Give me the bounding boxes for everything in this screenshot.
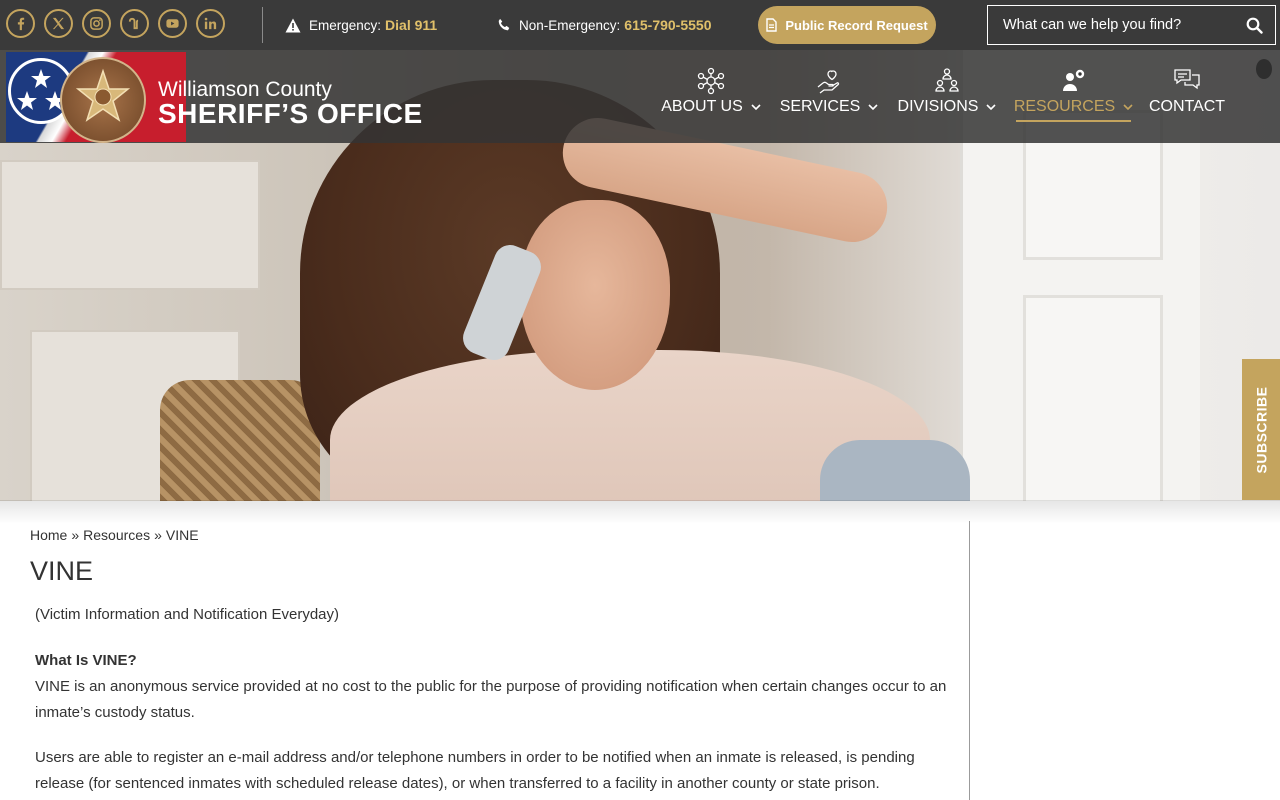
warning-icon (285, 18, 301, 32)
phone-icon (498, 18, 510, 31)
active-nav-underline (1016, 120, 1131, 122)
x-twitter-icon[interactable] (44, 9, 73, 38)
sidebar-divider (969, 521, 970, 800)
top-bar: Emergency: Dial 911 Non-Emergency: 615-7… (0, 0, 1280, 50)
emergency-number[interactable]: Dial 911 (385, 17, 437, 33)
door-panel (1023, 295, 1163, 501)
nav-resources[interactable]: RESOURCES (1013, 66, 1133, 126)
paragraph-intro: VINE is an anonymous service provided at… (35, 678, 947, 721)
chat-bubbles-icon (1174, 69, 1200, 90)
instagram-icon[interactable] (82, 9, 111, 38)
brand-office-name: SHERIFF’S OFFICE (158, 98, 423, 129)
nav-label-divisions: DIVISIONS (897, 98, 979, 115)
sheriff-badge-logo (60, 57, 146, 143)
nav-contact[interactable]: CONTACT (1148, 66, 1226, 126)
woman-face (520, 200, 670, 390)
chevron-down-icon (751, 103, 761, 110)
nav-about-us[interactable]: ABOUT US (661, 66, 761, 126)
top-bar-divider (262, 7, 263, 43)
search-icon[interactable] (1246, 17, 1263, 34)
paragraph-registration: Users are able to register an e-mail add… (35, 749, 915, 792)
content-shadow (0, 500, 1280, 524)
nav-services[interactable]: SERVICES (779, 66, 878, 126)
section-heading: What Is VINE? (35, 652, 137, 669)
breadcrumb-current: VINE (165, 527, 199, 543)
breadcrumb-home[interactable]: Home (30, 527, 67, 543)
user-gear-icon (1062, 69, 1084, 91)
nextdoor-icon[interactable] (120, 9, 149, 38)
people-group-icon (935, 68, 959, 92)
hand-heart-icon (817, 70, 840, 94)
breadcrumb: Home » Resources » VINE (30, 527, 203, 543)
chevron-down-icon (1123, 103, 1133, 110)
network-icon (697, 67, 725, 95)
search-input[interactable] (988, 17, 1233, 33)
emergency-label: Emergency: (309, 17, 382, 33)
subscribe-label: SUBSCRIBE (1253, 386, 1269, 473)
page-title: VINE (30, 556, 94, 586)
non-emergency-number[interactable]: 615-790-5550 (624, 17, 711, 33)
search-box (987, 5, 1276, 45)
woman-jeans (820, 440, 970, 501)
wicker-chair (160, 380, 320, 501)
breadcrumb-resources[interactable]: Resources (83, 527, 150, 543)
youtube-icon[interactable] (158, 9, 187, 38)
emergency-info: Emergency: Dial 911 (285, 17, 437, 33)
nav-label-resources: RESOURCES (1013, 98, 1116, 115)
page-subtitle: (Victim Information and Notification Eve… (35, 606, 340, 623)
public-record-request-label: Public Record Request (785, 17, 928, 33)
facebook-icon[interactable] (6, 9, 35, 38)
wall-panel (0, 160, 260, 290)
non-emergency-label: Non-Emergency: (519, 17, 621, 33)
nav-label-about-us: ABOUT US (661, 98, 743, 115)
public-record-request-button[interactable]: Public Record Request (758, 6, 936, 44)
nav-label-contact: CONTACT (1148, 98, 1226, 115)
non-emergency-info: Non-Emergency: 615-790-5550 (497, 17, 711, 33)
chevron-down-icon (986, 103, 997, 110)
document-icon (766, 18, 778, 32)
breadcrumb-separator: » (154, 527, 162, 543)
subscribe-tab[interactable]: SUBSCRIBE (1242, 359, 1280, 500)
nav-divisions[interactable]: DIVISIONS (897, 66, 997, 126)
breadcrumb-separator: » (71, 527, 80, 543)
nav-label-services: SERVICES (779, 98, 861, 115)
chevron-down-icon (868, 103, 878, 110)
scroll-indicator[interactable] (1256, 59, 1272, 79)
linkedin-icon[interactable] (196, 9, 225, 38)
